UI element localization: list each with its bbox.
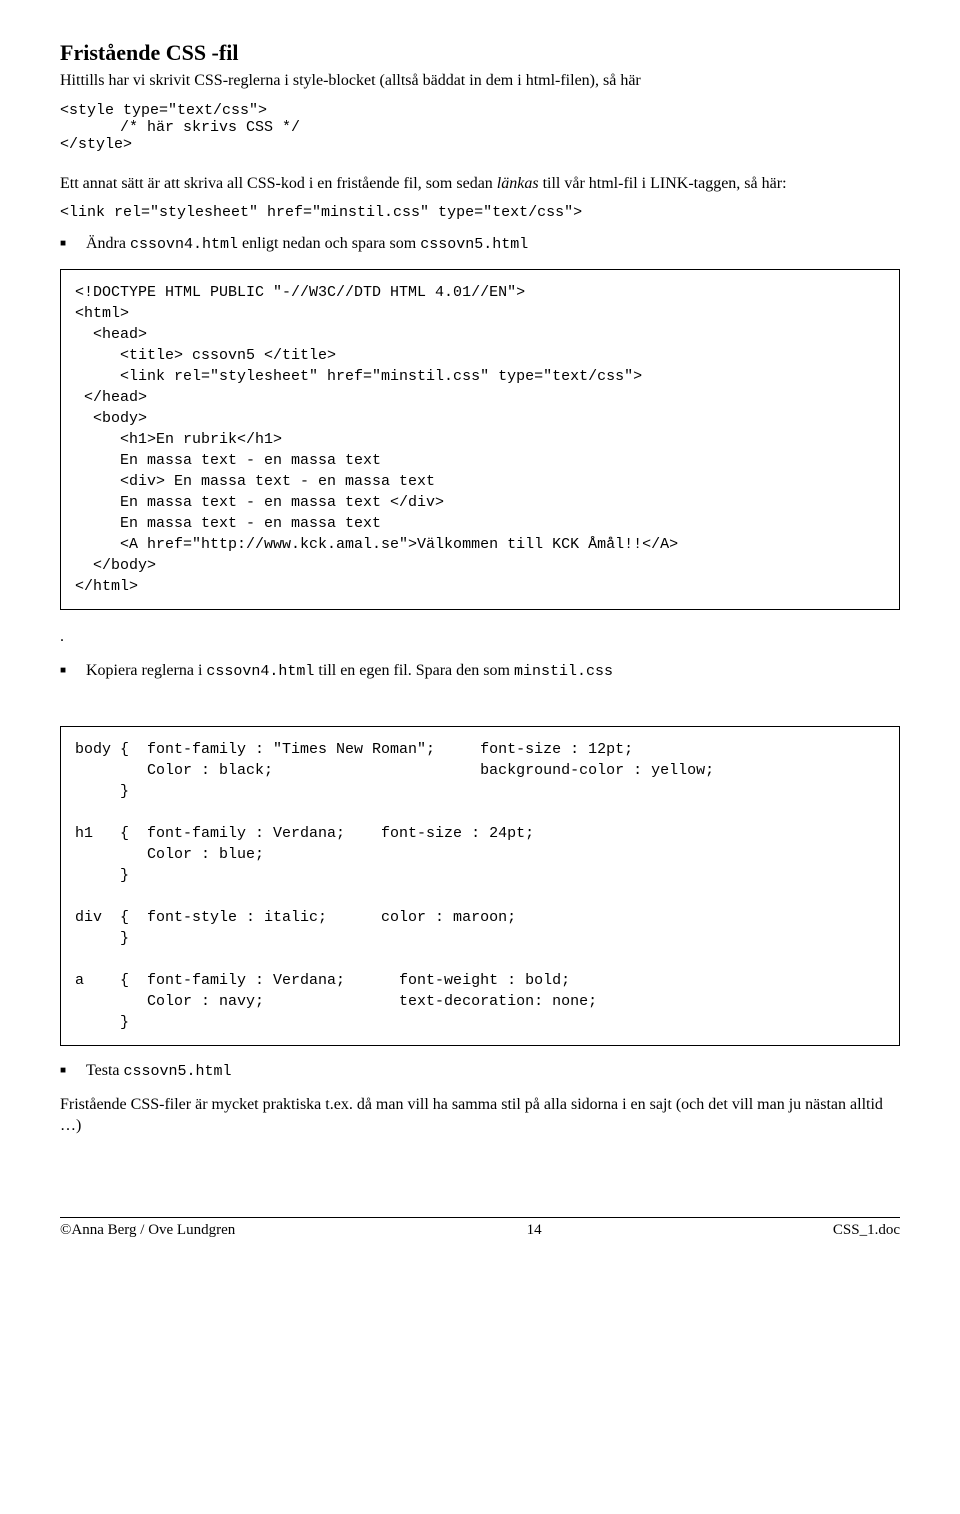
link-intro-part2: till vår html-fil i LINK-taggen, så här: — [539, 175, 787, 192]
intro-text: Hittills har vi skrivit CSS-reglerna i s… — [60, 70, 900, 92]
bullet2-code1: cssovn4.html — [206, 663, 314, 680]
bullet2-code2: minstil.css — [514, 663, 613, 680]
bullet-item-2: Kopiera reglerna i cssovn4.html till en … — [60, 662, 900, 680]
bullet-item-1: Ändra cssovn4.html enligt nedan och spar… — [60, 235, 900, 253]
link-intro-part1: Ett annat sätt är att skriva all CSS-kod… — [60, 175, 497, 192]
bullet1-text-a: Ändra — [86, 235, 130, 252]
bullet2-text-b: till en egen fil. Spara den som — [314, 662, 514, 679]
bullet3-text-a: Testa — [86, 1062, 124, 1079]
footer-filename: CSS_1.doc — [833, 1222, 900, 1239]
bullet2-text-a: Kopiera reglerna i — [86, 662, 206, 679]
bullet3-code1: cssovn5.html — [124, 1063, 232, 1080]
footer-author: ©Anna Berg / Ove Lundgren — [60, 1222, 235, 1239]
page-footer: ©Anna Berg / Ove Lundgren 14 CSS_1.doc — [60, 1217, 900, 1239]
code-box-html: <!DOCTYPE HTML PUBLIC "-//W3C//DTD HTML … — [60, 269, 900, 610]
bullet1-code2: cssovn5.html — [420, 236, 528, 253]
bullet-item-3: Testa cssovn5.html — [60, 1062, 900, 1080]
closing-text: Fristående CSS-filer är mycket praktiska… — [60, 1094, 900, 1137]
bullet1-text-b: enligt nedan och spara som — [238, 235, 420, 252]
link-code: <link rel="stylesheet" href="minstil.css… — [60, 204, 900, 221]
style-open-code: <style type="text/css"> — [60, 102, 900, 119]
code-box-css: body { font-family : "Times New Roman"; … — [60, 726, 900, 1046]
footer-page-number: 14 — [527, 1222, 542, 1239]
bullet1-code1: cssovn4.html — [130, 236, 238, 253]
dot-line: . — [60, 626, 900, 648]
link-intro-italic: länkas — [497, 175, 539, 192]
page-title: Fristående CSS -fil — [60, 40, 900, 66]
style-close-code: </style> — [60, 136, 900, 153]
style-comment-code: /* här skrivs CSS */ — [60, 119, 900, 136]
link-intro: Ett annat sätt är att skriva all CSS-kod… — [60, 173, 900, 195]
